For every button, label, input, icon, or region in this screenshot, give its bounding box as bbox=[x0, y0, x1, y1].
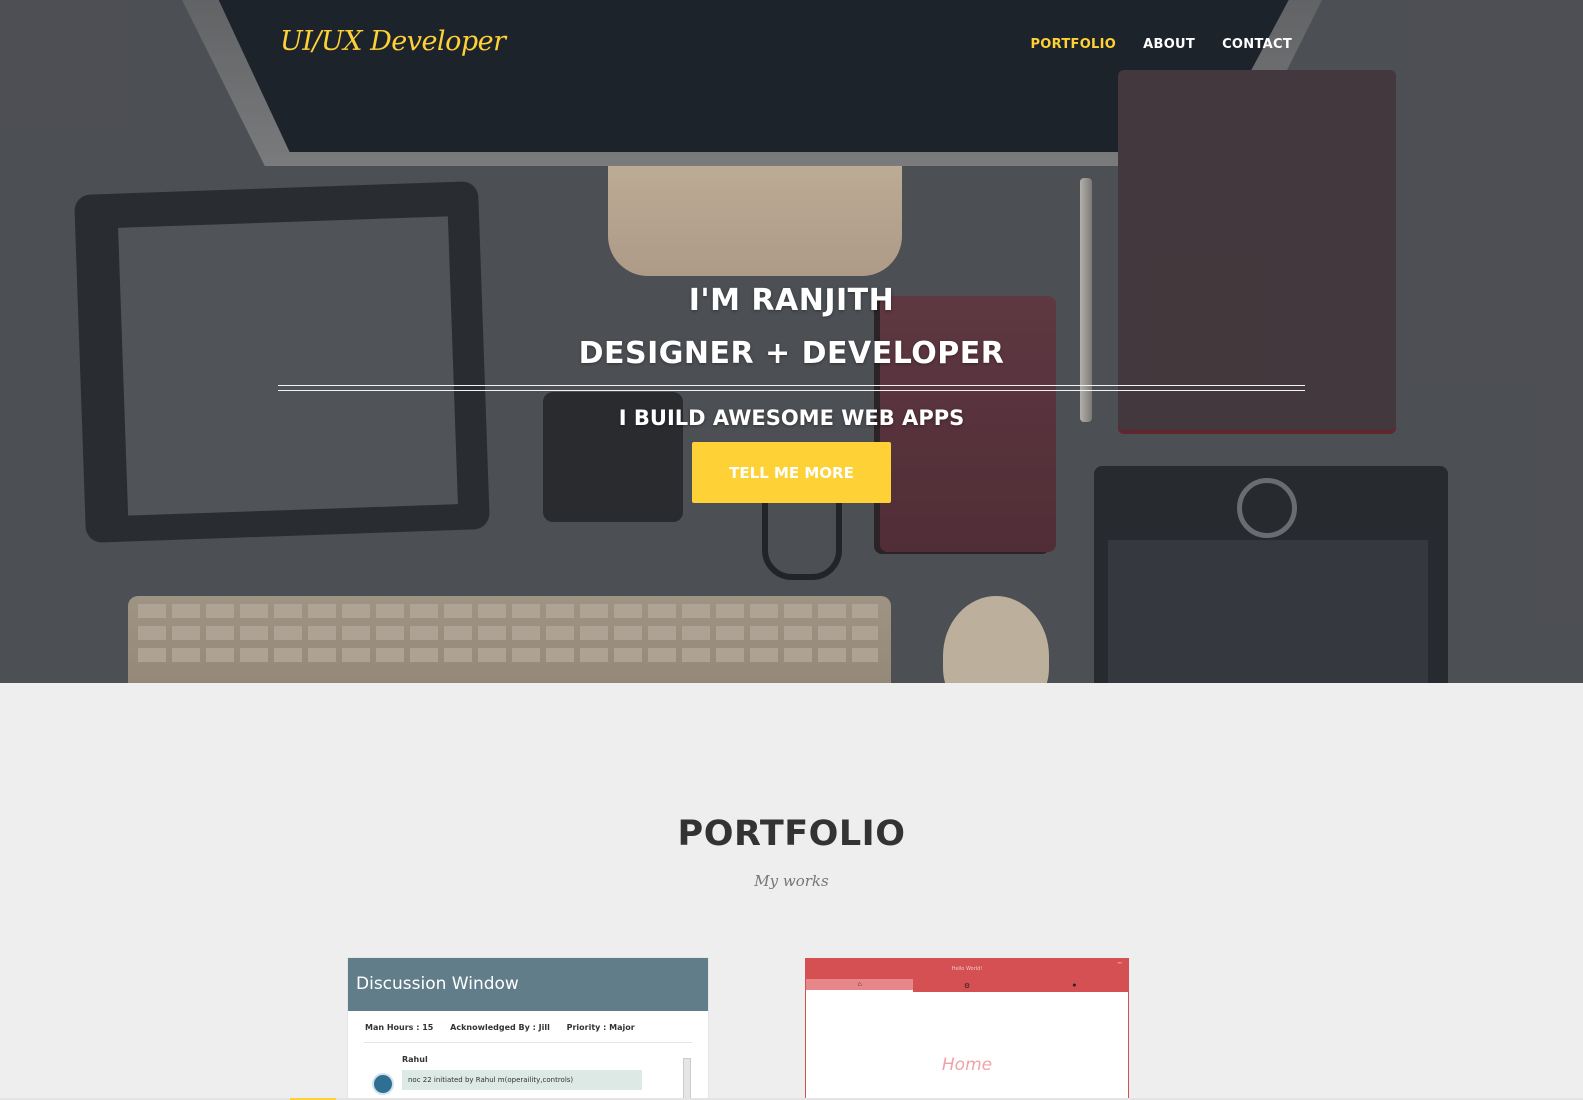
comment-message: noc 22 initiated by Rahul m(operaility,c… bbox=[402, 1070, 642, 1090]
app-toolbar: ▪▪▪ Hello World! ⌂ ⚙ ● bbox=[806, 959, 1128, 992]
tell-me-more-button[interactable]: TELL ME MORE bbox=[692, 442, 891, 503]
hero-role-heading: DESIGNER + DEVELOPER bbox=[578, 336, 1005, 371]
brand-logo[interactable]: UI/UX Developer bbox=[280, 26, 506, 57]
man-hours-label: Man Hours : 15 bbox=[365, 1023, 434, 1032]
home-tab-icon[interactable]: ⌂ bbox=[806, 979, 914, 992]
discussion-scrollbar[interactable] bbox=[683, 1058, 691, 1100]
discussion-comment: Rahul noc 22 initiated by Rahul m(operai… bbox=[348, 1043, 708, 1095]
nav-item-about[interactable]: ABOUT bbox=[1143, 37, 1195, 52]
app-title: Hello World! bbox=[951, 966, 983, 972]
portfolio-item-mobile-app[interactable]: ▪▪▪ Hello World! ⌂ ⚙ ● Home bbox=[805, 958, 1129, 1100]
hero-divider bbox=[278, 385, 1305, 391]
priority-label: Priority : Major bbox=[566, 1023, 635, 1032]
portfolio-item-discussion-window[interactable]: Discussion Window Man Hours : 15 Acknowl… bbox=[348, 958, 708, 1100]
portfolio-title: PORTFOLIO bbox=[677, 814, 906, 854]
discussion-window-header: Discussion Window bbox=[348, 958, 708, 1011]
comment-author: Rahul bbox=[402, 1055, 428, 1064]
main-nav: PORTFOLIO ABOUT CONTACT bbox=[1030, 37, 1292, 52]
nav-item-portfolio[interactable]: PORTFOLIO bbox=[1030, 37, 1116, 52]
app-tabs: ⌂ ⚙ ● bbox=[806, 979, 1128, 992]
avatar-icon bbox=[372, 1073, 394, 1095]
settings-tab-icon[interactable]: ⚙ bbox=[913, 979, 1020, 992]
app-home-label: Home bbox=[941, 1055, 993, 1075]
hero-section: UI/UX Developer PORTFOLIO ABOUT CONTACT … bbox=[0, 0, 1583, 683]
status-bar-icons: ▪▪▪ bbox=[1117, 960, 1122, 965]
discussion-meta: Man Hours : 15 Acknowledged By : Jill Pr… bbox=[348, 1011, 708, 1032]
hero-intro-heading: I'M RANJITH bbox=[688, 283, 895, 318]
acknowledged-by-label: Acknowledged By : Jill bbox=[450, 1023, 550, 1032]
nav-item-contact[interactable]: CONTACT bbox=[1222, 37, 1292, 52]
hero-tagline: I BUILD AWESOME WEB APPS bbox=[618, 406, 965, 430]
portfolio-subtitle: My works bbox=[754, 872, 829, 890]
info-tab-icon[interactable]: ● bbox=[1021, 979, 1128, 992]
